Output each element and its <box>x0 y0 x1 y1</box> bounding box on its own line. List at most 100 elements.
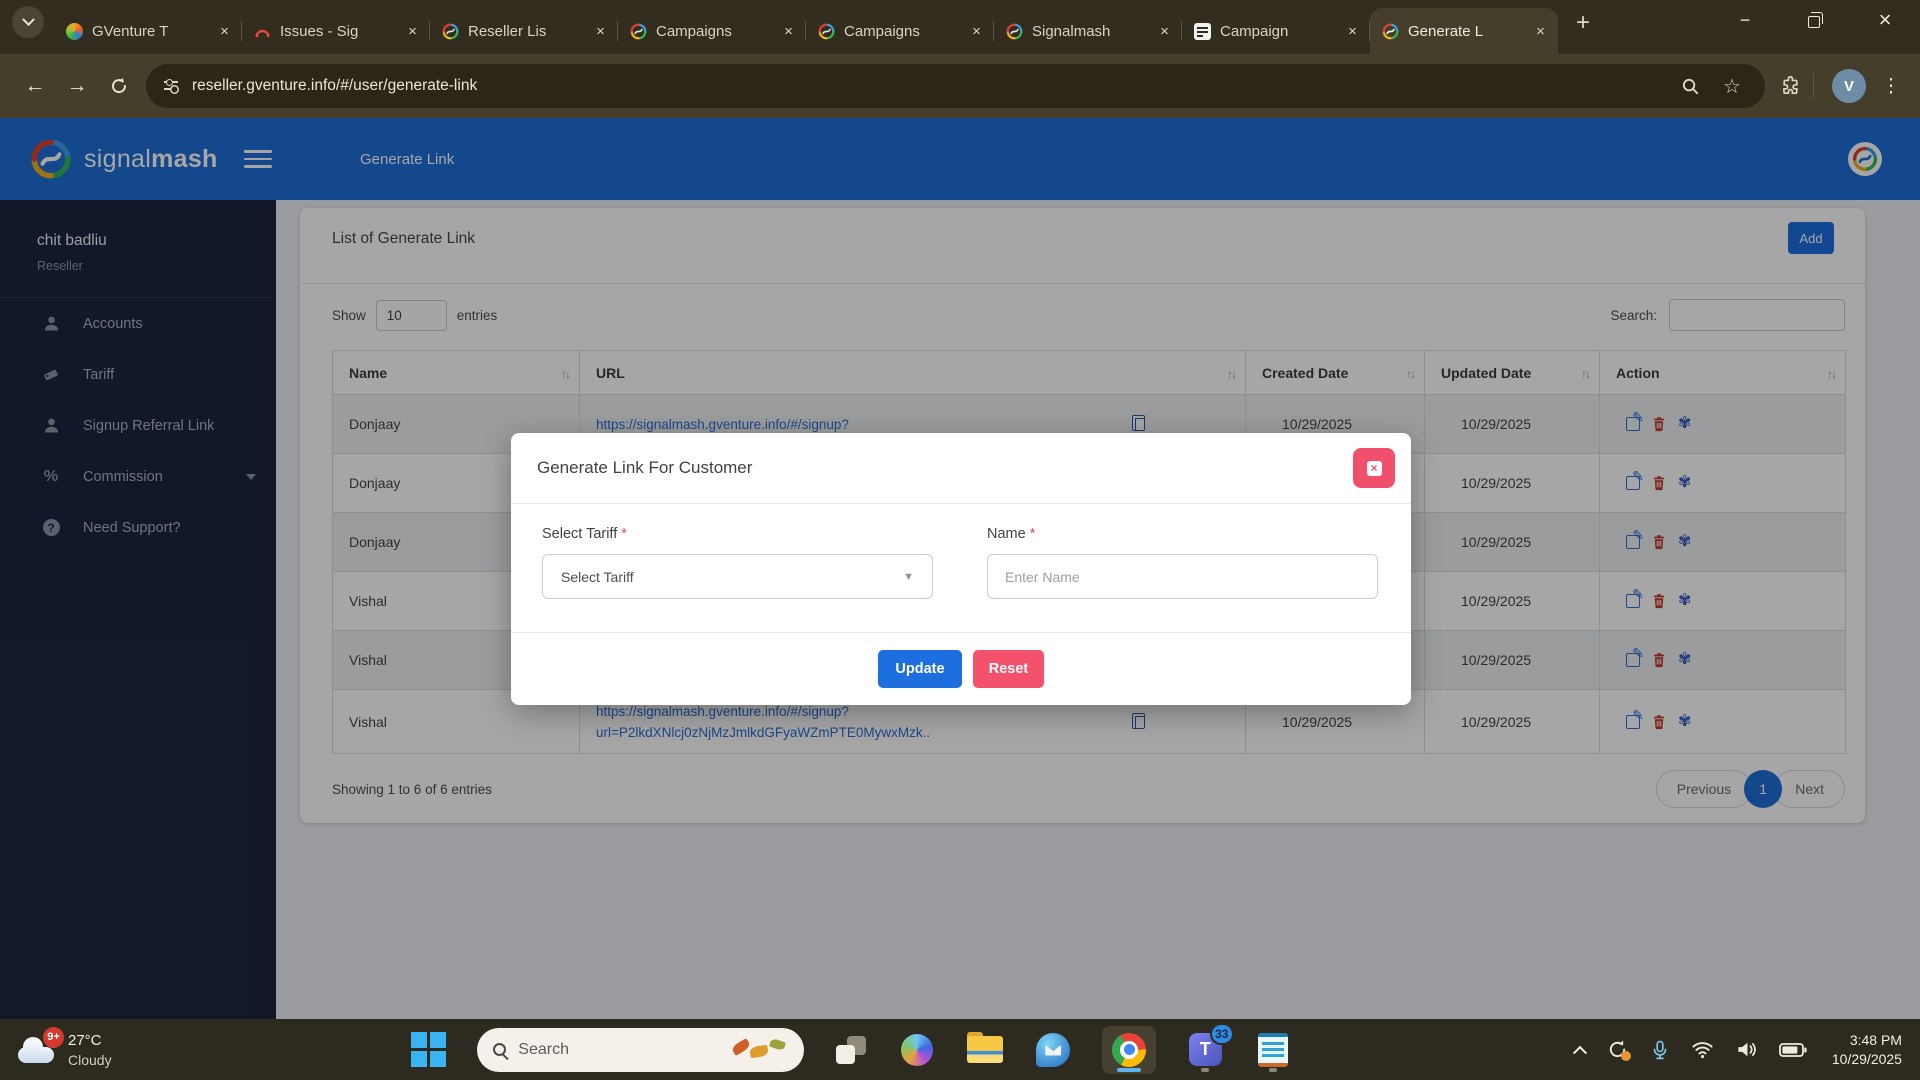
extensions-icon[interactable] <box>1775 71 1805 101</box>
window-minimize-button[interactable]: − <box>1710 0 1780 40</box>
site-info-icon[interactable] <box>164 79 180 93</box>
system-tray: 3:48 PM 10/29/2025 <box>1575 1031 1920 1069</box>
label-text: Select Tariff <box>542 526 617 542</box>
sentry-favicon <box>254 23 271 40</box>
tariff-field: Select Tariff * Select Tariff ▼ <box>542 526 933 632</box>
reset-button[interactable]: Reset <box>973 650 1044 688</box>
name-input[interactable] <box>987 554 1378 599</box>
restore-icon <box>1808 16 1820 28</box>
tab-close-icon[interactable]: × <box>215 22 234 41</box>
page-viewport: signalmash Generate Link chit badliu Res… <box>0 118 1920 1019</box>
tab-title: Campaigns <box>844 23 958 40</box>
address-bar[interactable]: reseller.gventure.info/#/user/generate-l… <box>146 64 1765 108</box>
tab-campaign-doc[interactable]: Campaign × <box>1182 8 1370 54</box>
tab-reseller-list[interactable]: Reseller Lis × <box>430 8 618 54</box>
seasonal-leaves-art <box>732 1038 788 1062</box>
close-icon: × <box>1367 461 1382 476</box>
tab-title: Reseller Lis <box>468 23 582 40</box>
tab-close-icon[interactable]: × <box>591 22 610 41</box>
url-text[interactable]: reseller.gventure.info/#/user/generate-l… <box>192 77 1663 95</box>
signalmash-favicon <box>818 23 835 40</box>
tab-close-icon[interactable]: × <box>1155 22 1174 41</box>
open-app-indicator <box>1269 1068 1277 1072</box>
tab-generate-link-active[interactable]: Generate L × <box>1370 8 1558 54</box>
zoom-search-icon[interactable] <box>1675 71 1705 101</box>
profile-avatar[interactable]: V <box>1832 69 1866 103</box>
notification-badge: 9+ <box>43 1027 64 1048</box>
cloud-icon: 9+ <box>16 1035 58 1065</box>
reload-button[interactable] <box>98 65 140 107</box>
doc-favicon <box>1194 23 1211 40</box>
forward-button[interactable]: → <box>56 65 98 107</box>
weather-condition: Cloudy <box>68 1052 112 1068</box>
notepad-button[interactable] <box>1254 1026 1292 1074</box>
taskbar-center: Search T33 <box>411 1026 1292 1074</box>
name-label: Name * <box>987 526 1378 542</box>
window-restore-button[interactable] <box>1780 0 1850 40</box>
tab-issues[interactable]: Issues - Sig × <box>242 8 430 54</box>
thunderbird-button[interactable] <box>1034 1026 1072 1074</box>
tariff-select[interactable]: Select Tariff ▼ <box>542 554 933 599</box>
wifi-icon[interactable] <box>1691 1038 1714 1061</box>
tab-title: Campaigns <box>656 23 770 40</box>
sync-icon[interactable] <box>1606 1038 1629 1061</box>
copilot-icon <box>901 1034 933 1066</box>
bookmark-star-icon[interactable]: ☆ <box>1717 71 1747 101</box>
file-explorer-button[interactable] <box>966 1026 1004 1074</box>
chevron-down-icon: ▼ <box>903 571 914 583</box>
tab-campaigns-2[interactable]: Campaigns × <box>806 8 994 54</box>
microphone-icon[interactable] <box>1650 1040 1670 1060</box>
modal-footer: Update Reset <box>511 633 1411 704</box>
task-view-button[interactable] <box>834 1033 868 1067</box>
browser-menu-icon[interactable]: ⋮ <box>1876 75 1906 98</box>
tariff-label: Select Tariff * <box>542 526 933 542</box>
tab-search-button[interactable] <box>12 6 44 38</box>
browser-tab-strip: GVenture T × Issues - Sig × Reseller Lis… <box>0 0 1920 54</box>
tab-signalmash[interactable]: Signalmash × <box>994 8 1182 54</box>
signalmash-favicon <box>1382 23 1399 40</box>
tab-title: GVenture T <box>92 23 206 40</box>
required-mark: * <box>621 526 627 542</box>
tray-chevron-up-icon[interactable] <box>1575 1045 1585 1055</box>
weather-widget[interactable]: 9+ 27°C Cloudy <box>0 1032 270 1068</box>
name-field: Name * <box>987 526 1378 632</box>
tab-close-icon[interactable]: × <box>1531 22 1550 41</box>
new-tab-button[interactable]: + <box>1566 6 1600 40</box>
chrome-icon <box>1112 1033 1146 1067</box>
tab-close-icon[interactable]: × <box>1343 22 1362 41</box>
gventure-favicon <box>66 23 83 40</box>
windows-taskbar: 9+ 27°C Cloudy Search T33 <box>0 1019 1920 1080</box>
back-button[interactable]: ← <box>14 65 56 107</box>
modal-body: Select Tariff * Select Tariff ▼ Name * <box>511 504 1411 633</box>
open-app-indicator <box>1201 1068 1209 1072</box>
search-icon <box>493 1043 506 1056</box>
teams-button[interactable]: T33 <box>1186 1026 1224 1074</box>
copilot-button[interactable] <box>898 1026 936 1074</box>
tab-title: Issues - Sig <box>280 23 394 40</box>
modal-close-button[interactable]: × <box>1353 448 1395 488</box>
required-mark: * <box>1030 526 1036 542</box>
thunderbird-icon <box>1036 1033 1070 1067</box>
chrome-button-active[interactable] <box>1102 1026 1156 1074</box>
tab-title: Signalmash <box>1032 23 1146 40</box>
update-button[interactable]: Update <box>878 650 962 688</box>
tab-close-icon[interactable]: × <box>967 22 986 41</box>
chevron-down-icon <box>22 13 35 26</box>
taskbar-clock[interactable]: 3:48 PM 10/29/2025 <box>1832 1031 1902 1069</box>
folder-icon <box>967 1036 1003 1063</box>
tab-gventure[interactable]: GVenture T × <box>54 8 242 54</box>
volume-icon[interactable] <box>1735 1038 1758 1061</box>
taskbar-search[interactable]: Search <box>477 1028 804 1072</box>
signalmash-favicon <box>630 23 647 40</box>
toolbar-divider <box>1813 74 1814 98</box>
label-text: Name <box>987 526 1026 542</box>
tab-campaigns-1[interactable]: Campaigns × <box>618 8 806 54</box>
signalmash-favicon <box>442 23 459 40</box>
start-button[interactable] <box>411 1032 447 1068</box>
window-close-button[interactable]: × <box>1850 0 1920 40</box>
tab-close-icon[interactable]: × <box>403 22 422 41</box>
clock-date: 10/29/2025 <box>1832 1050 1902 1069</box>
search-placeholder: Search <box>518 1041 569 1059</box>
tab-close-icon[interactable]: × <box>779 22 798 41</box>
battery-icon[interactable] <box>1779 1043 1807 1057</box>
